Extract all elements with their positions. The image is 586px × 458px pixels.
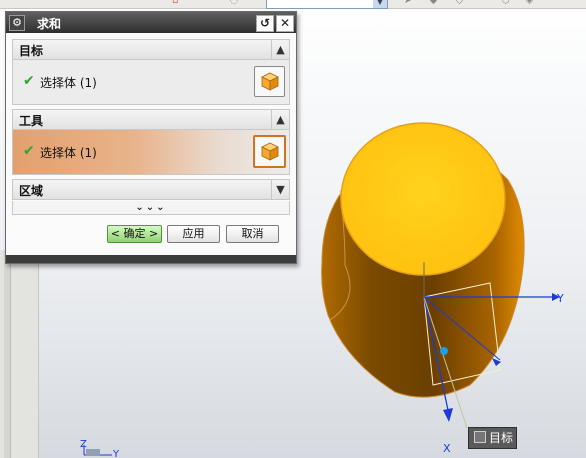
check-icon: ✔ [23, 143, 35, 159]
corner-triad: Z Y [80, 439, 120, 458]
axis-y-label: Y [556, 292, 564, 305]
more-options-toggle[interactable]: ⌄⌄⌄ [12, 201, 290, 215]
chevron-down-icon[interactable]: ▼ [271, 180, 289, 199]
tool-select-text: 选择体 (1) [40, 146, 97, 160]
body-icon [474, 431, 486, 443]
gear-icon[interactable]: ⚙ [9, 15, 25, 31]
close-icon[interactable]: ✕ [276, 15, 294, 32]
chevron-up-icon[interactable]: ▲ [271, 40, 289, 59]
section-region-label: 区域 [19, 184, 44, 198]
unite-dialog: ⚙ 求和 ↺ ✕ 目标 ▲ ✔ 选择体 (1) 工具 ▲ ✔ 选择体 (1) 区… [5, 11, 297, 264]
dialog-titlebar[interactable]: ⚙ 求和 ↺ ✕ [6, 12, 296, 33]
section-target-label: 目标 [19, 44, 44, 58]
tooltip-text: 目标 [489, 431, 514, 445]
corner-y-label: Y [112, 449, 120, 458]
corner-z-label: Z [80, 439, 87, 450]
section-tool-header[interactable]: 工具 ▲ [12, 109, 290, 130]
reset-icon[interactable]: ↺ [256, 15, 274, 32]
cancel-button[interactable]: 取消 [226, 225, 279, 243]
ok-button[interactable]: < 确定 > [107, 225, 162, 243]
dialog-title: 求和 [37, 17, 62, 31]
select-body-button[interactable] [254, 66, 285, 97]
selection-tooltip: 目标 [468, 427, 517, 449]
tool-select-row[interactable]: ✔ 选择体 (1) [12, 130, 290, 175]
select-body-button[interactable] [253, 135, 286, 168]
section-tool-label: 工具 [19, 114, 44, 128]
origin-handle[interactable] [440, 347, 448, 355]
section-target-header[interactable]: 目标 ▲ [12, 39, 290, 60]
check-icon: ✔ [23, 73, 35, 89]
chevron-up-icon[interactable]: ▲ [271, 110, 289, 129]
dialog-buttons: < 确定 > 应用 取消 [6, 222, 296, 248]
cube-select-icon [261, 72, 279, 91]
cube-select-icon [261, 142, 279, 161]
section-region-header[interactable]: 区域 ▼ [12, 179, 290, 200]
target-select-row[interactable]: ✔ 选择体 (1) [12, 60, 290, 105]
tool-body-top-face[interactable] [340, 122, 506, 276]
target-select-text: 选择体 (1) [40, 76, 97, 90]
apply-button[interactable]: 应用 [167, 225, 220, 243]
dialog-footer [6, 255, 296, 263]
axis-x-label: X [443, 442, 451, 455]
